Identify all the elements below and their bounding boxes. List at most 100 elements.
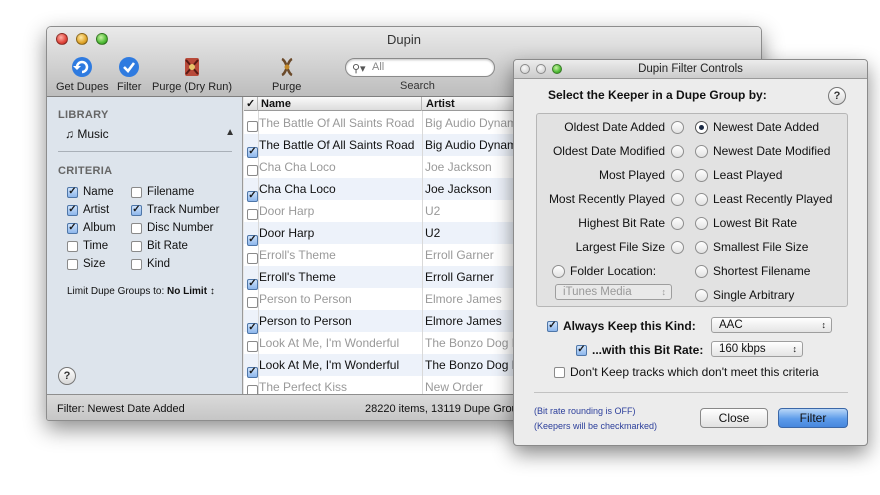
criteria-checkbox-kind[interactable]: Kind (131, 258, 170, 270)
radio-button[interactable] (695, 288, 708, 302)
checkbox[interactable]: ✓ (131, 204, 142, 216)
radio-button[interactable] (671, 120, 684, 134)
row-checkbox[interactable] (247, 165, 258, 176)
panel-minimize-button[interactable] (536, 64, 546, 74)
bit-rate-popup[interactable]: 160 kbps ↕ (711, 341, 803, 357)
checkbox[interactable] (67, 240, 78, 252)
row-checkbox[interactable] (247, 385, 258, 394)
purge-label: Purge (272, 81, 302, 93)
popup-value: 160 kbps (719, 343, 766, 355)
radio-option[interactable]: Oldest Date Modified (553, 144, 684, 158)
limit-popup[interactable]: No Limit (167, 286, 207, 297)
radio-label: Folder Location: (570, 264, 657, 278)
criteria-checkbox-artist[interactable]: ✓ Artist (67, 204, 109, 216)
checkbox[interactable]: ✓ (67, 222, 78, 234)
checkbox[interactable]: ✓ (547, 320, 558, 332)
column-header-check[interactable]: ✓ (244, 97, 258, 111)
always-keep-kind-checkbox[interactable]: ✓ Always Keep this Kind: (547, 319, 696, 333)
panel-zoom-button[interactable] (552, 64, 562, 74)
kind-popup[interactable]: AAC ↕ (711, 317, 832, 333)
row-checkbox[interactable] (247, 297, 258, 308)
checkbox[interactable]: ✓ (67, 186, 78, 198)
purge-button[interactable]: Purge (272, 56, 301, 93)
radio-option[interactable]: Shortest Filename (695, 264, 810, 278)
radio-option[interactable]: Single Arbitrary (695, 288, 794, 302)
radio-button[interactable] (695, 264, 708, 278)
get-dupes-button[interactable]: Get Dupes (56, 56, 109, 93)
criteria-checkbox-album[interactable]: ✓ Album (67, 222, 116, 234)
radio-button[interactable] (552, 264, 565, 278)
radio-option[interactable]: Least Recently Played (695, 192, 832, 206)
radio-button[interactable] (695, 120, 708, 134)
cell-name: Person to Person (259, 292, 352, 306)
radio-folder-location[interactable]: Folder Location: (552, 264, 656, 278)
radio-option[interactable]: Oldest Date Added (564, 120, 684, 134)
checkbox-label: Kind (147, 258, 171, 270)
radio-button[interactable] (695, 168, 708, 182)
radio-button[interactable] (695, 144, 708, 158)
radio-button[interactable] (671, 192, 684, 206)
radio-option[interactable]: Largest File Size (576, 240, 684, 254)
radio-button[interactable] (671, 216, 684, 230)
criteria-checkbox-track-number[interactable]: ✓ Track Number (131, 204, 219, 216)
checkbox[interactable]: ✓ (67, 204, 78, 216)
radio-option[interactable]: Highest Bit Rate (578, 216, 684, 230)
row-checkbox[interactable] (247, 209, 258, 220)
panel-close-button[interactable] (520, 64, 530, 74)
search-label: Search (400, 80, 435, 92)
radio-option[interactable]: Least Played (695, 168, 782, 182)
cell-name: The Battle Of All Saints Road (259, 138, 415, 152)
radio-button[interactable] (695, 192, 708, 206)
criteria-header: CRITERIA (58, 165, 113, 177)
checkbox[interactable] (67, 258, 78, 270)
checkbox[interactable] (131, 258, 142, 270)
cell-name: Door Harp (259, 226, 315, 240)
bit-rate-checkbox[interactable]: ✓ ...with this Bit Rate: (576, 343, 703, 357)
checkbox[interactable] (131, 222, 142, 234)
radio-option[interactable]: Lowest Bit Rate (695, 216, 797, 230)
panel-help-button[interactable]: ? (828, 87, 846, 105)
radio-option[interactable]: Most Recently Played (549, 192, 684, 206)
criteria-checkbox-time[interactable]: Time (67, 240, 108, 252)
radio-option[interactable]: Smallest File Size (695, 240, 808, 254)
row-checkbox[interactable] (247, 341, 258, 352)
radio-label: Oldest Date Modified (552, 144, 665, 158)
criteria-checkbox-disc-number[interactable]: Disc Number (131, 222, 213, 234)
purge-dry-run-button[interactable]: Purge (Dry Run) (152, 56, 232, 93)
radio-option[interactable]: Newest Date Modified (695, 144, 830, 158)
criteria-checkbox-name[interactable]: ✓ Name (67, 186, 114, 198)
checkbox[interactable] (554, 366, 565, 378)
checkbox-label: Disc Number (147, 222, 214, 234)
filter-button[interactable]: Filter (117, 56, 141, 93)
checkbox[interactable] (131, 240, 142, 252)
filter-button[interactable]: Filter (778, 408, 848, 428)
cell-name: Cha Cha Loco (259, 160, 336, 174)
checkbox[interactable]: ✓ (576, 344, 587, 356)
checkbox-label: Album (83, 222, 116, 234)
search-input[interactable]: ⚲▾ All (345, 58, 495, 77)
folder-location-popup[interactable]: iTunes Media ↕ (555, 284, 672, 300)
help-button[interactable]: ? (58, 367, 76, 385)
radio-option[interactable]: Newest Date Added (695, 120, 819, 134)
radio-button[interactable] (671, 168, 684, 182)
radio-label: Least Recently Played (713, 192, 833, 206)
radio-button[interactable] (671, 240, 684, 254)
dont-keep-checkbox[interactable]: Don't Keep tracks which don't meet this … (554, 365, 819, 379)
column-header-name[interactable]: Name (258, 97, 422, 111)
checkbox-label: Name (83, 186, 114, 198)
checkbox[interactable] (131, 186, 142, 198)
criteria-checkbox-filename[interactable]: Filename (131, 186, 194, 198)
library-popup[interactable]: ♫ Music ▲ (65, 127, 235, 144)
criteria-checkbox-bit-rate[interactable]: Bit Rate (131, 240, 188, 252)
radio-button[interactable] (695, 240, 708, 254)
radio-button[interactable] (671, 144, 684, 158)
radio-label: Highest Bit Rate (578, 216, 665, 230)
get-dupes-label: Get Dupes (56, 81, 109, 93)
radio-option[interactable]: Most Played (599, 168, 684, 182)
radio-label: Single Arbitrary (713, 288, 795, 302)
criteria-checkbox-size[interactable]: Size (67, 258, 105, 270)
close-button[interactable]: Close (700, 408, 768, 428)
row-checkbox[interactable] (247, 121, 258, 132)
row-checkbox[interactable] (247, 253, 258, 264)
radio-button[interactable] (695, 216, 708, 230)
